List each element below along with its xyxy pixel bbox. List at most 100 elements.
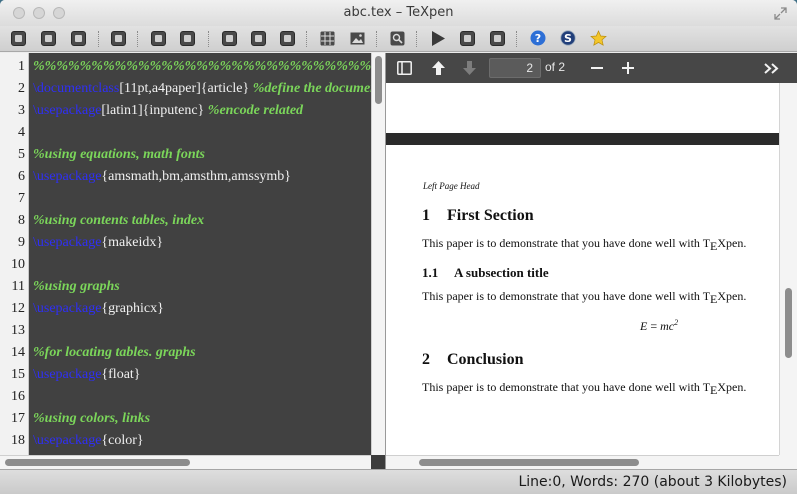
pdf-horizontal-scrollbar[interactable] <box>386 455 779 469</box>
latex-command: \usepackage <box>33 169 102 184</box>
sidebar-toggle-icon[interactable] <box>397 61 412 75</box>
latex-comment: %%%%%%%%%%%%%%%%%%%%%%%%%%%%%%%%%%%%%%%%… <box>33 59 371 74</box>
pdf-page: Left Page Head 1 First Section This pape… <box>386 83 779 455</box>
latex-argument: [latin1]{inputenc} <box>101 103 208 118</box>
line-number: 17 <box>11 411 25 426</box>
running-head: Left Page Head <box>423 181 480 191</box>
page-count-label: of 2 <box>545 60 566 74</box>
code-line[interactable]: \usepackage{amsmath,bm,amsthm,amssymb} <box>33 166 291 188</box>
latex-command: \usepackage <box>33 367 102 382</box>
zoom-in-icon[interactable] <box>622 62 634 74</box>
zoom-out-icon[interactable] <box>591 67 603 69</box>
title-bar: abc.tex – TeXpen <box>0 0 797 26</box>
more-tools-icon[interactable] <box>764 63 779 74</box>
pdf-vertical-scroll-thumb[interactable] <box>785 288 792 358</box>
line-number: 8 <box>18 213 25 228</box>
equation: E = mc2 <box>640 318 679 333</box>
latex-argument: {amsmath,bm,amsthm,amssymb} <box>101 169 292 184</box>
paragraph-2: This paper is to demonstrate that you ha… <box>422 289 747 306</box>
paragraph-3: This paper is to demonstrate that you ha… <box>422 380 747 397</box>
line-number: 10 <box>11 257 25 272</box>
help-icon[interactable]: ? <box>530 30 546 46</box>
open-file-icon[interactable] <box>41 31 56 46</box>
code-line[interactable]: \usepackage{makeidx} <box>33 232 163 254</box>
pdf-toolbar: 2 of 2 <box>386 53 797 83</box>
texpen-window: abc.tex – TeXpen ? S 1 2 3 4 5 6 7 8 9 1… <box>0 0 797 494</box>
main-toolbar: ? S <box>0 26 797 52</box>
code-line[interactable]: \usepackage{color} <box>33 430 144 452</box>
latex-comment: %define the document <box>252 81 371 96</box>
pdf-vertical-scrollbar[interactable] <box>779 83 797 455</box>
window-title: abc.tex – TeXpen <box>343 5 454 20</box>
code-line[interactable]: %for locating tables. graphs <box>33 342 196 364</box>
latex-comment: %encode related <box>207 103 304 118</box>
copy-icon[interactable] <box>251 31 266 46</box>
console-icon[interactable] <box>460 31 475 46</box>
latex-argument: {makeidx} <box>101 235 164 250</box>
line-number: 7 <box>18 191 25 206</box>
latex-command: \usepackage <box>33 103 102 118</box>
line-number: 4 <box>18 125 25 140</box>
latex-comment: %for locating tables. graphs <box>33 345 196 360</box>
latex-command: \documentclass <box>33 81 120 96</box>
line-number: 11 <box>11 279 25 294</box>
print-icon[interactable] <box>111 31 126 46</box>
editor-horizontal-scroll-thumb[interactable] <box>5 459 190 466</box>
editor-vertical-scrollbar[interactable] <box>371 53 385 455</box>
source-editor[interactable]: 1 2 3 4 5 6 7 8 9 10 11 12 13 14 15 16 17 18 %%%%%%%%%%%%… <box>0 53 385 469</box>
paragraph-1: This paper is to demonstrate that you ha… <box>422 236 747 253</box>
pdf-horizontal-scroll-thumb[interactable] <box>419 459 639 466</box>
find-icon[interactable] <box>390 31 405 46</box>
line-number: 1 <box>18 59 25 74</box>
code-line[interactable]: %using graphs <box>33 276 120 298</box>
paste-icon[interactable] <box>280 31 295 46</box>
code-line[interactable]: \documentclass[11pt,a4paper]{article} %d… <box>33 78 371 100</box>
compile-icon[interactable] <box>430 30 446 47</box>
new-file-icon[interactable] <box>11 31 26 46</box>
code-line[interactable]: \usepackage{float} <box>33 364 141 386</box>
code-line[interactable]: %using contents tables, index <box>33 210 204 232</box>
redo-icon[interactable] <box>180 31 195 46</box>
latex-argument: {color} <box>101 433 144 448</box>
code-line[interactable]: \usepackage{graphicx} <box>33 298 164 320</box>
page-number-field[interactable]: 2 <box>489 58 541 78</box>
line-number: 6 <box>18 169 25 184</box>
line-number: 13 <box>11 323 25 338</box>
svg-text:?: ? <box>535 32 541 45</box>
editor-vertical-scroll-thumb[interactable] <box>375 56 382 104</box>
next-page-icon[interactable] <box>462 60 477 76</box>
fullscreen-icon[interactable] <box>774 7 787 20</box>
settings-icon[interactable] <box>490 31 505 46</box>
spell-check-icon[interactable]: S <box>560 30 576 46</box>
line-number-gutter: 1 2 3 4 5 6 7 8 9 10 11 12 13 14 15 16 17 18 <box>0 53 29 455</box>
code-line[interactable]: %%%%%%%%%%%%%%%%%%%%%%%%%%%%%%%%%%%%%%%%… <box>33 56 371 78</box>
line-number: 14 <box>11 345 25 360</box>
latex-command: \usepackage <box>33 301 102 316</box>
page-break-band <box>386 133 779 145</box>
favorites-icon[interactable] <box>590 30 607 47</box>
previous-page-icon[interactable] <box>431 60 446 76</box>
status-bar: Line:0, Words: 270 (about 3 Kilobytes) <box>0 469 797 494</box>
save-file-icon[interactable] <box>71 31 86 46</box>
section-1-number: 1 <box>422 207 430 224</box>
latex-comment: %using equations, math fonts <box>33 147 205 162</box>
toolbar-separator <box>376 31 377 47</box>
latex-comment: %using contents tables, index <box>33 213 205 228</box>
line-number: 5 <box>18 147 25 162</box>
section-2-title: Conclusion <box>447 351 524 368</box>
undo-icon[interactable] <box>151 31 166 46</box>
latex-comment: %using graphs <box>33 279 120 294</box>
toolbar-separator <box>416 31 417 47</box>
line-number: 2 <box>18 81 25 96</box>
code-line[interactable]: \usepackage[latin1]{inputenc} %encode re… <box>33 100 303 122</box>
table-icon[interactable] <box>320 31 335 46</box>
code-area[interactable]: %%%%%%%%%%%%%%%%%%%%%%%%%%%%%%%%%%%%%%%%… <box>30 53 371 455</box>
toolbar-separator <box>137 31 138 47</box>
editor-horizontal-scrollbar[interactable] <box>0 455 371 469</box>
code-line[interactable]: %using colors, links <box>33 408 150 430</box>
section-1-title: First Section <box>447 207 534 224</box>
cut-icon[interactable] <box>222 31 237 46</box>
code-line[interactable]: %using equations, math fonts <box>33 144 205 166</box>
image-icon[interactable] <box>350 31 365 46</box>
latex-argument: {float} <box>101 367 141 382</box>
